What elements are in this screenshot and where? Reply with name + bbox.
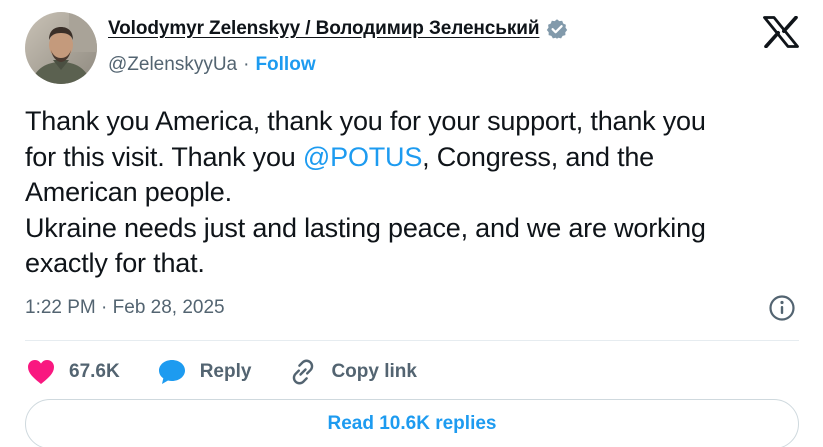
copy-link-label: Copy link — [331, 361, 417, 382]
avatar[interactable] — [25, 12, 97, 84]
reply-button[interactable]: Reply — [156, 356, 252, 388]
action-bar: 67.6K Reply Copy link — [25, 354, 453, 390]
x-logo-icon[interactable] — [763, 15, 799, 49]
tweet-timestamp[interactable]: 1:22 PM · Feb 28, 2025 — [25, 297, 225, 319]
divider — [25, 340, 799, 341]
tweet-text-segment: , Congress, and the — [422, 141, 654, 172]
speech-bubble-icon — [156, 356, 188, 388]
tweet-text: Thank you America, thank you for your su… — [25, 104, 810, 282]
author-display-name[interactable]: Volodymyr Zelenskyy / Володимир Зеленськ… — [108, 18, 540, 40]
info-icon[interactable] — [768, 294, 796, 322]
tweet-text-line: exactly for that. — [25, 246, 810, 282]
read-replies-button[interactable]: Read 10.6K replies — [25, 399, 799, 447]
tweet-text-segment: for this visit. Thank you — [25, 141, 303, 172]
author-name-row: Volodymyr Zelenskyy / Володимир Зеленськ… — [108, 18, 568, 40]
tweet-text-line: Thank you America, thank you for your su… — [25, 104, 810, 140]
tweet-text-line: American people. — [25, 175, 810, 211]
tweet-text-segment: exactly for that. — [25, 248, 205, 278]
follow-link[interactable]: Follow — [255, 54, 315, 76]
avatar-image — [25, 12, 97, 84]
tweet-text-line: for this visit. Thank you @POTUS, Congre… — [25, 140, 810, 176]
link-icon — [287, 356, 319, 388]
tweet-text-segment: American people. — [25, 177, 232, 207]
reply-label: Reply — [199, 361, 252, 382]
read-replies-label: Read 10.6K replies — [327, 413, 497, 434]
tweet-text-line: Ukraine needs just and lasting peace, an… — [25, 211, 810, 247]
author-handle-row: @ZelenskyyUa · Follow — [108, 54, 316, 76]
tweet-text-segment: Thank you America, thank you for your su… — [25, 106, 706, 136]
heart-icon — [25, 356, 57, 388]
tweet-text-segment: Ukraine needs just and lasting peace, an… — [25, 212, 706, 243]
mention-link[interactable]: @POTUS — [303, 142, 422, 172]
like-count: 67.6K — [69, 361, 120, 382]
separator-dot: · — [243, 54, 250, 75]
verified-badge-icon — [546, 18, 568, 40]
tweet-embed-card: Volodymyr Zelenskyy / Володимир Зеленськ… — [0, 0, 823, 447]
like-button[interactable]: 67.6K — [25, 356, 120, 388]
author-handle[interactable]: @ZelenskyyUa — [108, 54, 237, 76]
copy-link-button[interactable]: Copy link — [287, 356, 417, 388]
